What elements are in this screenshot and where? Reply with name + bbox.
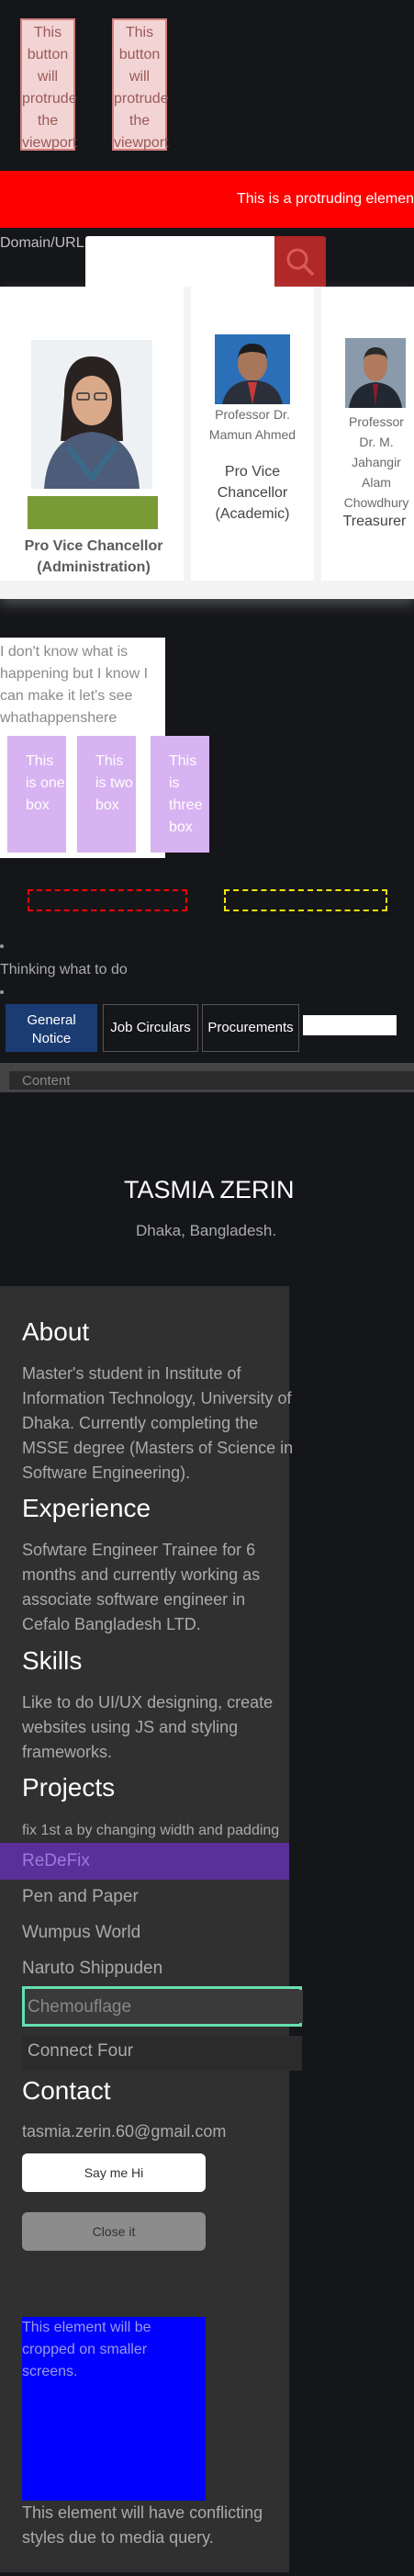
skills-heading: Skills <box>22 1646 83 1675</box>
domain-url-label: Domain/URL: <box>0 235 89 251</box>
bullet-1 <box>0 944 4 948</box>
official-2-name: Professor Dr. Mamun Ahmed <box>208 407 297 442</box>
close-it-button[interactable]: Close it <box>22 2212 206 2251</box>
contact-heading: Contact <box>22 2076 111 2105</box>
content-label: Content <box>22 1073 71 1089</box>
tab-job-circulars[interactable]: Job Circulars <box>103 1004 198 1052</box>
blue-box-text: This element will be cropped on smaller … <box>22 2320 151 2379</box>
project-chemouflage-extension <box>275 1990 303 2023</box>
projects-note: fix 1st a by changing width and padding <box>22 1823 280 1838</box>
search-button[interactable] <box>274 236 326 288</box>
protruding-banner-text: This is a protruding element <box>237 191 414 207</box>
blurb-text: I don't know what is happening but I kno… <box>0 644 149 726</box>
official-photo-3 <box>345 338 406 408</box>
say-hi-button[interactable]: Say me Hi <box>22 2153 206 2192</box>
contact-email[interactable]: tasmia.zerin.60@gmail.com <box>22 2122 226 2141</box>
official-card-1: Pro Vice Chancellor (Administration) <box>0 287 184 581</box>
box-one: This is one box <box>7 736 66 853</box>
content-bar: Content <box>9 1071 414 1090</box>
red-dashed-box <box>28 889 187 911</box>
conflict-note: This element will have conflicting style… <box>22 2503 263 2547</box>
notice-tabs: General Notice Job Circulars Procurement… <box>0 1002 414 1063</box>
official-3-name: Professor Dr. M. Jahangir Alam Chowdhury <box>343 414 409 510</box>
skills-text: Like to do UI/UX designing, create websi… <box>22 1693 274 1761</box>
thinking-text: Thinking what to do <box>0 962 128 977</box>
box-three: This is three box <box>151 736 209 853</box>
official-card-2: Professor Dr. Mamun Ahmed Pro Vice Chanc… <box>191 287 314 581</box>
experience-heading: Experience <box>22 1494 151 1522</box>
yellow-dashed-box <box>224 889 387 911</box>
official-card-3: Professor Dr. M. Jahangir Alam Chowdhury… <box>321 287 414 581</box>
official-2-title: Pro Vice Chancellor (Academic) <box>215 464 290 522</box>
search-icon <box>286 248 314 276</box>
official-1-caption: Pro Vice Chancellor (Administration) <box>24 538 163 575</box>
bullet-2 <box>0 990 4 994</box>
project-pen-and-paper[interactable]: Pen and Paper <box>22 1887 139 1907</box>
domain-url-input[interactable] <box>85 236 278 289</box>
official-1-highlight <box>28 496 158 529</box>
project-naruto-shippuden[interactable]: Naruto Shippuden <box>22 1959 162 1979</box>
protrude-button-1[interactable]: This button will protrude the viewport <box>20 18 77 151</box>
profile-name: TASMIA ZERIN <box>124 1176 295 1203</box>
official-photo-2 <box>215 334 290 404</box>
project-connect-four[interactable]: Connect Four <box>28 2041 133 2062</box>
tab-empty[interactable] <box>303 1015 397 1035</box>
tab-general-notice[interactable]: General Notice <box>6 1004 97 1052</box>
box-two: This is two box <box>77 736 136 853</box>
official-photo-1 <box>31 340 152 489</box>
projects-heading: Projects <box>22 1773 116 1802</box>
project-chemouflage[interactable]: Chemouflage <box>28 1997 131 2017</box>
officials-cards: Pro Vice Chancellor (Administration) Pro… <box>0 287 414 599</box>
project-redefix[interactable]: ReDeFix <box>22 1851 90 1871</box>
experience-text: Sofwtare Engineer Trainee for 6 months a… <box>22 1541 261 1633</box>
protruding-banner: This is a protruding element <box>0 171 414 228</box>
blue-box: This element will be cropped on smaller … <box>22 2317 206 2501</box>
tab-procurements[interactable]: Procurements <box>202 1004 299 1052</box>
profile-location: Dhaka, Bangladesh. <box>136 1222 277 1239</box>
about-heading: About <box>22 1317 90 1346</box>
protrude-button-2[interactable]: This button will protrude the viewport <box>112 18 169 151</box>
about-text: Master's student in Institute of Informa… <box>22 1364 294 1482</box>
official-3-title: Treasurer <box>342 514 407 529</box>
project-wumpus-world[interactable]: Wumpus World <box>22 1923 140 1943</box>
